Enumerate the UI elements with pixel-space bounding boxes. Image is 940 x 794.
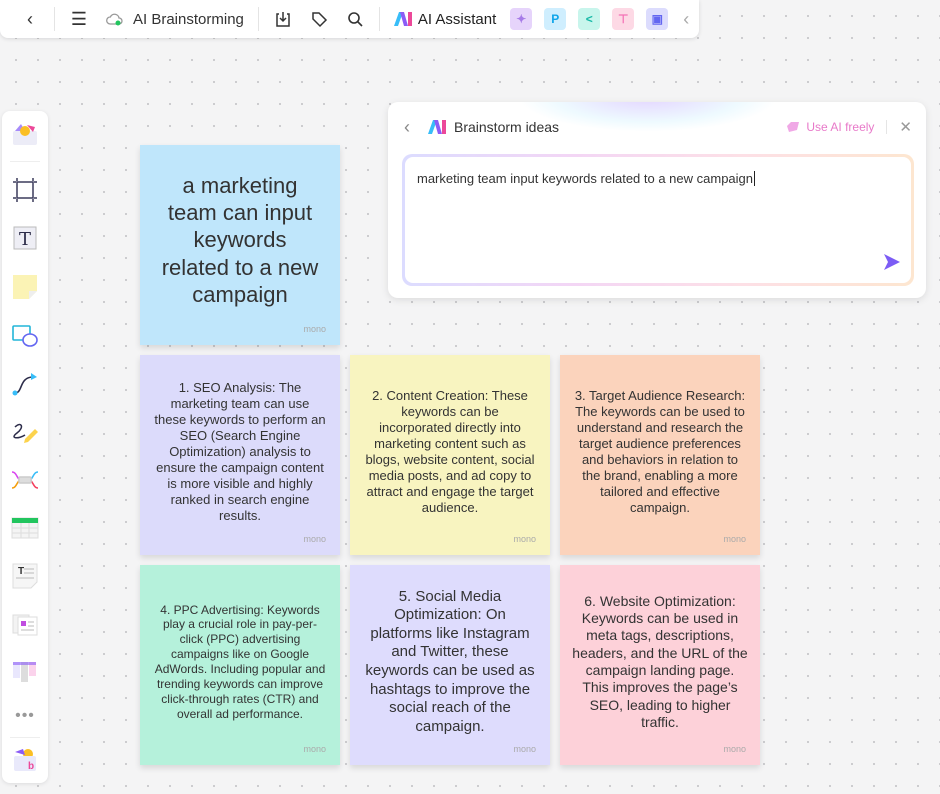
ai-assistant-button[interactable]: AI Assistant	[386, 11, 504, 28]
svg-text:b: b	[28, 761, 34, 772]
panel-title: Brainstorm ideas	[454, 119, 560, 135]
note-author: mono	[723, 743, 746, 754]
note-text: a marketing team can input keywords rela…	[161, 172, 319, 307]
brainstorm-panel: ‹ Brainstorm ideas Use AI freely ✕ marke…	[388, 102, 926, 298]
divider	[10, 161, 40, 162]
menu-button[interactable]: ☰	[61, 4, 97, 34]
image-generator-icon[interactable]: ✦	[510, 8, 533, 30]
panel-header: ‹ Brainstorm ideas Use AI freely ✕	[404, 116, 912, 138]
chat-icon[interactable]: ▣	[646, 8, 669, 30]
search-icon[interactable]	[337, 4, 373, 34]
cloud-saved-icon	[106, 13, 123, 26]
note-text: 5. Social Media Optimization: On platfor…	[365, 587, 535, 735]
table-tool-icon[interactable]	[10, 513, 40, 543]
sticky-note-topic[interactable]: a marketing team can input keywords rela…	[140, 145, 340, 345]
more-tools-icon[interactable]: •••	[10, 701, 40, 731]
divider	[378, 7, 380, 31]
note-author: mono	[723, 533, 746, 544]
connector-tool-icon[interactable]	[10, 369, 40, 399]
close-icon[interactable]: ✕	[899, 118, 912, 136]
sticky-note-6[interactable]: 6. Website Optimization: Keywords can be…	[560, 565, 760, 765]
kanban-tool-icon[interactable]	[10, 657, 40, 687]
note-author: mono	[513, 533, 536, 544]
sticky-note-3[interactable]: 3. Target Audience Research: The keyword…	[560, 355, 760, 555]
sticky-note-tool-icon[interactable]	[10, 271, 40, 301]
note-text: 2. Content Creation: These keywords can …	[365, 387, 535, 516]
document-title[interactable]: AI Brainstorming	[97, 11, 252, 28]
title-text: AI Brainstorming	[133, 10, 244, 28]
back-button[interactable]: ‹	[12, 4, 48, 34]
ai-logo-icon	[428, 120, 446, 134]
text-cursor	[754, 171, 756, 186]
note-text: 4. PPC Advertising: Keywords play a cruc…	[154, 602, 326, 721]
note-author: mono	[513, 743, 536, 754]
send-icon[interactable]	[883, 253, 901, 271]
note-author: mono	[303, 323, 326, 334]
tag-icon[interactable]	[301, 4, 337, 34]
use-ai-label: Use AI freely	[806, 120, 875, 134]
use-ai-freely-button[interactable]: Use AI freely	[785, 120, 874, 134]
shape-tool-icon[interactable]	[10, 321, 40, 351]
pen-tool-icon[interactable]	[10, 417, 40, 447]
panel-back-icon[interactable]: ‹	[404, 117, 424, 138]
sticky-note-1[interactable]: 1. SEO Analysis: The marketing team can …	[140, 355, 340, 555]
gem-icon	[787, 122, 800, 132]
ai-assistant-label: AI Assistant	[417, 10, 497, 28]
divider	[54, 7, 55, 31]
templates-icon[interactable]	[10, 119, 40, 149]
note-text: 6. Website Optimization: Keywords can be…	[572, 592, 748, 731]
note-text: 3. Target Audience Research: The keyword…	[574, 387, 746, 516]
left-toolbar: T T ••• b	[2, 111, 48, 783]
prompt-input-border: marketing team input keywords related to…	[402, 154, 914, 286]
note-author: mono	[303, 533, 326, 544]
divider	[257, 7, 259, 31]
svg-text:T: T	[18, 566, 24, 577]
presentation-icon[interactable]: P	[544, 8, 567, 30]
divider	[10, 737, 40, 738]
text-tool-icon[interactable]: T	[10, 223, 40, 253]
cards-tool-icon[interactable]	[10, 609, 40, 639]
divider	[886, 120, 888, 134]
download-icon[interactable]	[265, 4, 301, 34]
mindmap-tool-icon[interactable]	[10, 465, 40, 495]
prompt-input[interactable]: marketing team input keywords related to…	[405, 157, 911, 283]
flowchart-icon[interactable]: ⊤	[612, 8, 635, 30]
plugins-box-icon[interactable]: b	[10, 745, 40, 775]
sticky-note-4[interactable]: 4. PPC Advertising: Keywords play a cruc…	[140, 565, 340, 765]
sticky-note-2[interactable]: 2. Content Creation: These keywords can …	[350, 355, 550, 555]
sticky-note-5[interactable]: 5. Social Media Optimization: On platfor…	[350, 565, 550, 765]
collapse-chevron-icon[interactable]: ‹	[674, 4, 698, 34]
frame-tool-icon[interactable]	[10, 175, 40, 205]
prompt-text: marketing team input keywords related to…	[417, 171, 754, 186]
svg-text:T: T	[19, 229, 31, 250]
note-text: 1. SEO Analysis: The marketing team can …	[154, 379, 326, 524]
top-toolbar: ‹ ☰ AI Brainstorming AI Assistant ✦ P < …	[0, 0, 699, 38]
mindmap-app-icon[interactable]: <	[578, 8, 601, 30]
text-document-icon[interactable]: T	[10, 561, 40, 591]
note-author: mono	[303, 743, 326, 754]
ai-logo-icon	[393, 12, 412, 26]
